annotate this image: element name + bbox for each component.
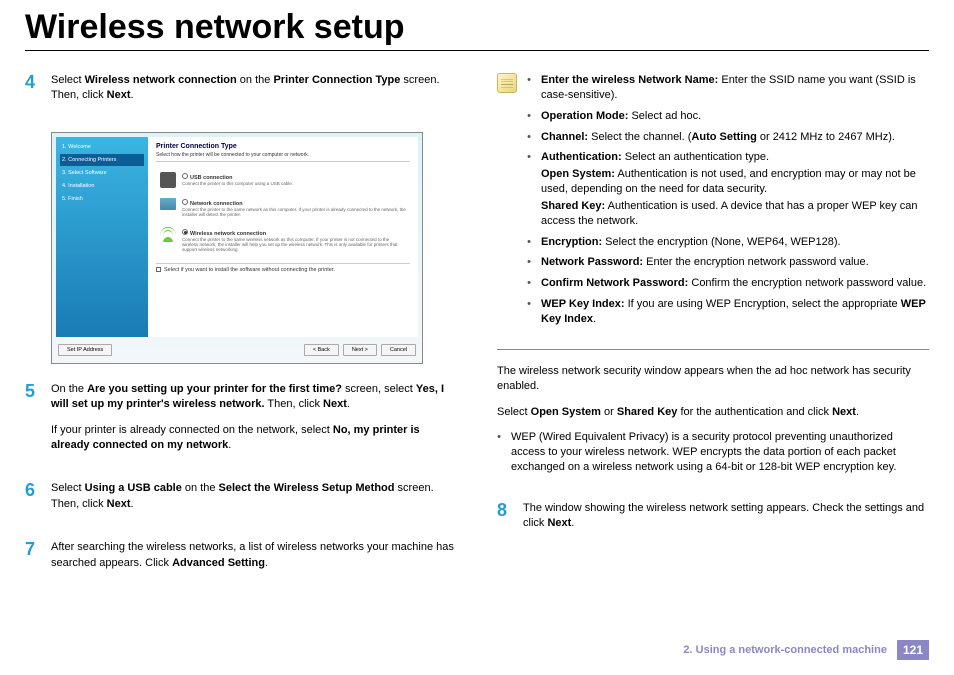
option-usb: USB connection Connect the printer to th… <box>156 170 410 190</box>
note-box: •Enter the wireless Network Name: Enter … <box>497 73 929 350</box>
note-icon <box>497 73 517 93</box>
page-title: Wireless network setup <box>25 8 929 47</box>
set-ip-button: Set IP Address <box>58 344 112 356</box>
bullet-authentication: •Authentication: Select an authenticatio… <box>527 150 929 228</box>
pane-title: Printer Connection Type <box>156 143 410 150</box>
step-6-text: Select Using a USB cable on the Select t… <box>51 481 457 512</box>
step-4: 4 Select Wireless network connection on … <box>25 73 457 114</box>
chapter-label: 2. Using a network-connected machine <box>683 644 887 656</box>
wifi-icon <box>160 228 176 242</box>
left-column: 4 Select Wireless network connection on … <box>25 73 457 599</box>
bullet-channel: •Channel: Select the channel. (Auto Sett… <box>527 130 929 145</box>
bullet-operation-mode: •Operation Mode: Select ad hoc. <box>527 109 929 124</box>
post-note-p2: Select Open System or Shared Key for the… <box>497 405 929 420</box>
side-installation: 4. Installation <box>60 180 144 192</box>
step-5-p2: If your printer is already connected on … <box>51 423 457 454</box>
bullet-network-password: •Network Password: Enter the encryption … <box>527 255 929 270</box>
step-5-p1: On the Are you setting up your printer f… <box>51 382 457 413</box>
bullet-network-name: •Enter the wireless Network Name: Enter … <box>527 73 929 103</box>
bullet-confirm-password: •Confirm Network Password: Confirm the e… <box>527 276 929 291</box>
radio-usb <box>182 173 188 179</box>
step-number: 7 <box>25 540 39 581</box>
step-number: 5 <box>25 382 39 464</box>
step-8-text: The window showing the wireless network … <box>523 501 929 532</box>
bullet-encryption: •Encryption: Select the encryption (None… <box>527 235 929 250</box>
radio-wireless <box>182 229 188 235</box>
step-number: 8 <box>497 501 511 542</box>
checkbox-icon <box>156 267 161 272</box>
title-underline <box>25 50 929 51</box>
pane-subtitle: Select how the printer will be connected… <box>156 152 410 162</box>
usb-icon <box>160 172 176 188</box>
right-column: •Enter the wireless Network Name: Enter … <box>497 73 929 599</box>
back-button: < Back <box>304 344 339 356</box>
installer-main-pane: Printer Connection Type Select how the p… <box>148 137 418 337</box>
step-6: 6 Select Using a USB cable on the Select… <box>25 481 457 522</box>
installer-screenshot: 1. Welcome 2. Connecting Printers 3. Sel… <box>51 132 423 364</box>
bullet-wep-key-index: •WEP Key Index: If you are using WEP Enc… <box>527 297 929 327</box>
page-number-badge: 121 <box>897 640 929 660</box>
page-footer: 2. Using a network-connected machine 121 <box>683 640 929 660</box>
step-4-text: Select Wireless network connection on th… <box>51 73 457 104</box>
step-number: 4 <box>25 73 39 114</box>
step-8: 8 The window showing the wireless networ… <box>497 501 929 542</box>
cancel-button: Cancel <box>381 344 416 356</box>
installer-footer: Set IP Address < Back Next > Cancel <box>52 337 422 363</box>
side-finish: 5. Finish <box>60 193 144 205</box>
post-note-p1: The wireless network security window app… <box>497 364 929 395</box>
side-connecting: 2. Connecting Printers <box>60 154 144 166</box>
step-7-text: After searching the wireless networks, a… <box>51 540 457 571</box>
install-without-printer-row: Select if you want to install the softwa… <box>156 263 410 273</box>
next-button: Next > <box>343 344 377 356</box>
bullet-wep-info: •WEP (Wired Equivalent Privacy) is a sec… <box>497 430 929 475</box>
option-network: Network connection Connect the printer t… <box>156 196 410 220</box>
step-number: 6 <box>25 481 39 522</box>
side-welcome: 1. Welcome <box>60 141 144 153</box>
option-wireless: Wireless network connection Connect the … <box>156 226 410 255</box>
step-5: 5 On the Are you setting up your printer… <box>25 382 457 464</box>
network-icon <box>160 198 176 210</box>
installer-sidebar: 1. Welcome 2. Connecting Printers 3. Sel… <box>56 137 148 337</box>
radio-network <box>182 199 188 205</box>
step-7: 7 After searching the wireless networks,… <box>25 540 457 581</box>
side-select-sw: 3. Select Software <box>60 167 144 179</box>
